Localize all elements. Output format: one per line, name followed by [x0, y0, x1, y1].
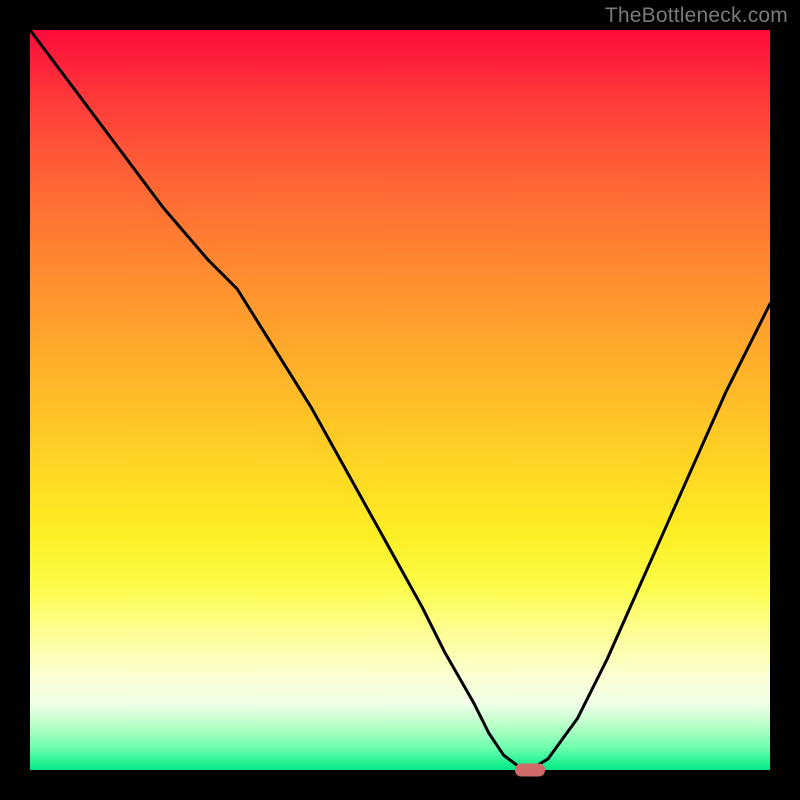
chart-container: TheBottleneck.com	[0, 0, 800, 800]
plot-area	[30, 30, 770, 770]
curve-svg	[30, 30, 770, 770]
minimum-marker	[515, 764, 545, 777]
watermark-text: TheBottleneck.com	[605, 4, 788, 28]
bottleneck-curve	[30, 30, 770, 770]
